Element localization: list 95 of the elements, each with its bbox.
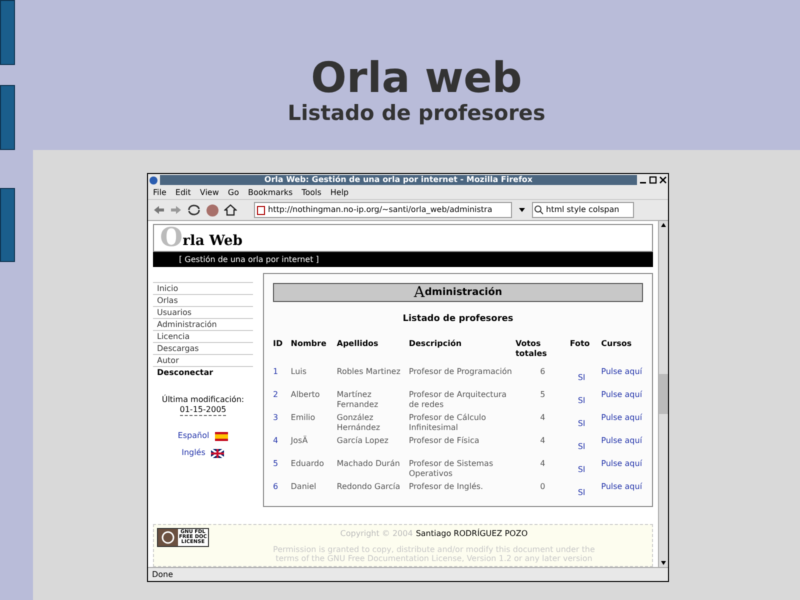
modified-label: Última modificación: xyxy=(162,395,244,406)
nav-link[interactable]: Autor xyxy=(153,354,253,366)
menu-item[interactable]: Help xyxy=(330,188,349,196)
slide-subtitle: Listado de profesores xyxy=(288,100,546,126)
table-cell: Profesor de Cálculo Infinitesimal xyxy=(408,412,486,432)
column-header: Nombre xyxy=(290,338,337,367)
slide-decoration xyxy=(0,0,15,65)
id-link[interactable]: 3 xyxy=(273,412,278,422)
site-logo: rla Web xyxy=(182,232,243,251)
menu-item[interactable]: Go xyxy=(228,188,239,196)
window-title: Orla Web: Gestión de una orla por internet - Mozilla Firefox xyxy=(264,176,533,184)
url-field[interactable]: http://nothingman.no-ip.org/~santi/orla_web/administra xyxy=(254,202,512,218)
id-link[interactable]: 5 xyxy=(273,458,278,468)
table-cell: 5 xyxy=(540,390,546,399)
nav-link[interactable]: Orlas xyxy=(153,294,253,306)
table-cell: Profesor de Programación xyxy=(408,366,512,376)
id-link[interactable]: 2 xyxy=(273,390,278,399)
language-link[interactable]: Español xyxy=(178,430,210,442)
close-icon[interactable] xyxy=(659,176,667,184)
status-text: Done xyxy=(152,568,174,580)
nav-link[interactable]: Descargas xyxy=(153,342,253,354)
courses-link[interactable]: Pulse aquí xyxy=(601,436,642,445)
table-cell: 4 xyxy=(540,458,546,468)
maximize-icon[interactable] xyxy=(649,176,657,184)
column-header: Foto xyxy=(570,338,591,350)
table-cell: Alberto xyxy=(290,390,320,399)
photo-link[interactable]: SI xyxy=(578,442,586,452)
copyright-text: Copyright © 2004 xyxy=(340,528,413,540)
table-cell: Daniel xyxy=(290,482,316,491)
courses-link[interactable]: Pulse aquí xyxy=(601,412,642,422)
site-tagline: [ Gestión de una orla por internet ] xyxy=(179,254,319,266)
table-cell: JosÄ xyxy=(290,436,308,445)
nav-link[interactable]: Desconectar xyxy=(153,366,253,378)
page-icon xyxy=(257,206,265,214)
menu-item[interactable]: Tools xyxy=(302,188,322,196)
column-header: Descripción xyxy=(408,338,516,367)
column-header: Votos totales xyxy=(515,338,548,360)
menu-item[interactable]: Bookmarks xyxy=(248,188,293,196)
nav-link[interactable]: Usuarios xyxy=(153,306,253,318)
table-cell: Profesor de Arquitectura de redes xyxy=(408,390,507,409)
reload-icon[interactable] xyxy=(187,204,201,216)
photo-link[interactable]: SI xyxy=(578,396,586,406)
column-header: Apellidos xyxy=(336,338,380,350)
courses-link[interactable]: Pulse aquí xyxy=(601,458,642,468)
courses-link[interactable]: Pulse aquí xyxy=(601,482,642,491)
id-link[interactable]: 1 xyxy=(273,366,278,376)
courses-link[interactable]: Pulse aquí xyxy=(601,366,642,376)
menu-item[interactable]: View xyxy=(200,188,219,196)
table-cell: Machado Durán xyxy=(336,458,400,468)
table-cell: 6 xyxy=(540,366,546,376)
slide-title: Orla web xyxy=(310,56,522,100)
photo-link[interactable]: SI xyxy=(578,488,586,498)
modified-date: 01-15-2005 xyxy=(180,405,226,416)
scrollbar-thumb[interactable] xyxy=(659,374,668,414)
flag-icon[interactable] xyxy=(215,432,228,441)
search-field[interactable]: html style colspan xyxy=(532,202,634,218)
nav-link[interactable]: Inicio xyxy=(153,282,253,294)
table-cell: Profesor de Física xyxy=(408,436,480,445)
photo-link[interactable]: SI xyxy=(578,373,586,382)
table-cell: 0 xyxy=(540,482,546,491)
table-cell: 4 xyxy=(540,412,546,422)
flag-icon[interactable] xyxy=(211,448,224,458)
table-cell: Profesor de Sistemas Operativos xyxy=(408,458,494,478)
table-cell: Emilio xyxy=(290,412,316,422)
table-cell: Luis xyxy=(290,366,307,376)
table-cell: Martínez Fernandez xyxy=(336,390,378,409)
courses-link[interactable]: Pulse aquí xyxy=(601,390,642,399)
id-link[interactable]: 4 xyxy=(273,436,278,445)
table-cell: Profesor de Inglés. xyxy=(408,482,484,491)
scrollbar[interactable] xyxy=(658,221,668,567)
list-heading: Listado de profesores xyxy=(402,313,514,326)
logo-letter: O xyxy=(160,225,183,251)
table-cell: González Hernández xyxy=(336,412,380,432)
table-cell: Robles Martinez xyxy=(336,366,400,376)
table-cell: Redondo García xyxy=(336,482,400,491)
language-link[interactable]: Inglés xyxy=(182,447,206,460)
nav-link[interactable]: Licencia xyxy=(153,330,253,342)
slide-decoration xyxy=(0,85,15,150)
scroll-up-icon[interactable] xyxy=(659,221,668,229)
menu-item[interactable]: Edit xyxy=(175,188,191,196)
scroll-down-icon[interactable] xyxy=(659,559,668,567)
back-arrow-icon[interactable] xyxy=(153,205,165,215)
search-icon xyxy=(534,205,544,215)
menu-item[interactable]: File xyxy=(153,188,166,196)
author-name: Santiago RODRÍGUEZ POZO xyxy=(416,528,528,540)
photo-link[interactable]: SI xyxy=(578,465,586,474)
table-cell: 4 xyxy=(540,436,546,445)
id-link[interactable]: 6 xyxy=(273,482,278,491)
home-icon[interactable] xyxy=(224,204,237,216)
table-cell: Eduardo xyxy=(290,458,324,468)
column-header: Cursos xyxy=(601,338,633,350)
table-cell: García Lopez xyxy=(336,436,388,445)
photo-link[interactable]: SI xyxy=(578,419,586,428)
nav-link[interactable]: Administración xyxy=(153,318,253,330)
column-header: ID xyxy=(273,338,291,367)
